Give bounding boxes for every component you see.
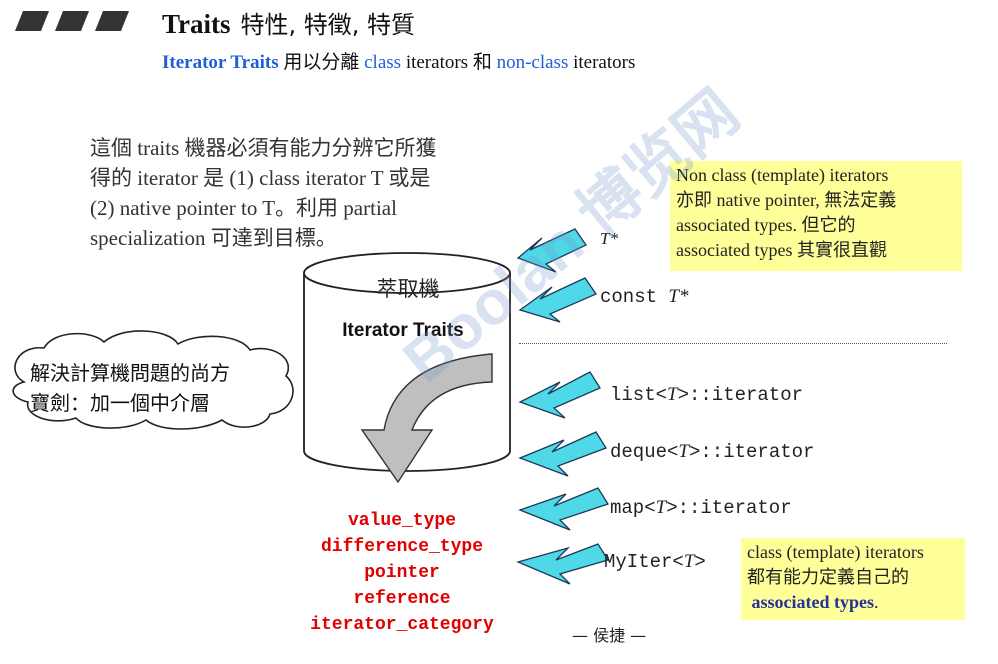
class-iterators-note: class (template) iterators 都有能力定義自己的 ass…: [741, 538, 965, 620]
iterator-myiter-label: MyIter<T>: [604, 551, 706, 573]
iterator-list-label: list<T>::iterator: [610, 384, 803, 406]
arrow-deque: [518, 431, 607, 477]
associated-type-item: value_type: [347, 511, 457, 531]
note-line: associated types.: [747, 590, 959, 615]
type-T: T: [683, 551, 695, 572]
const-keyword: const: [600, 286, 669, 308]
cloud-line: 寶劍：加一個中介層: [30, 391, 210, 415]
type-T-pointer: T*: [668, 286, 689, 307]
associated-type-item: iterator_category: [310, 615, 494, 635]
code-text: MyIter<: [604, 551, 684, 573]
iterator-const-pointer-label: const T*: [600, 286, 689, 308]
code-text: deque<: [610, 441, 679, 463]
cloud-text: 解決計算機問題的尚方 寶劍：加一個中介層: [30, 358, 280, 418]
iterator-map-label: map<T>::iterator: [610, 497, 792, 519]
code-text: >: [694, 551, 706, 573]
associated-types-list: value_type difference_type pointer refer…: [262, 508, 542, 638]
code-text: list<: [610, 384, 668, 406]
associated-type-item: difference_type: [320, 537, 484, 557]
type-T: T: [667, 384, 678, 405]
arrow-list: [518, 371, 601, 419]
note-period: .: [874, 592, 879, 612]
type-T: T: [655, 497, 667, 518]
note-line: class (template) iterators: [747, 542, 924, 562]
note-line: 都有能力定義自己的: [747, 567, 909, 587]
code-text: >::iterator: [689, 441, 815, 463]
associated-types-term: associated types: [751, 592, 875, 612]
code-text: map<: [610, 497, 656, 519]
code-text: >::iterator: [677, 384, 804, 406]
iterator-deque-label: deque<T>::iterator: [610, 441, 814, 463]
code-text: >::iterator: [666, 497, 792, 519]
type-T: T: [678, 441, 689, 462]
associated-type-item: pointer: [364, 563, 440, 583]
associated-type-item: reference: [353, 589, 451, 609]
author-credit: — 侯捷 —: [572, 626, 647, 645]
cloud-line: 解決計算機問題的尚方: [30, 361, 230, 385]
